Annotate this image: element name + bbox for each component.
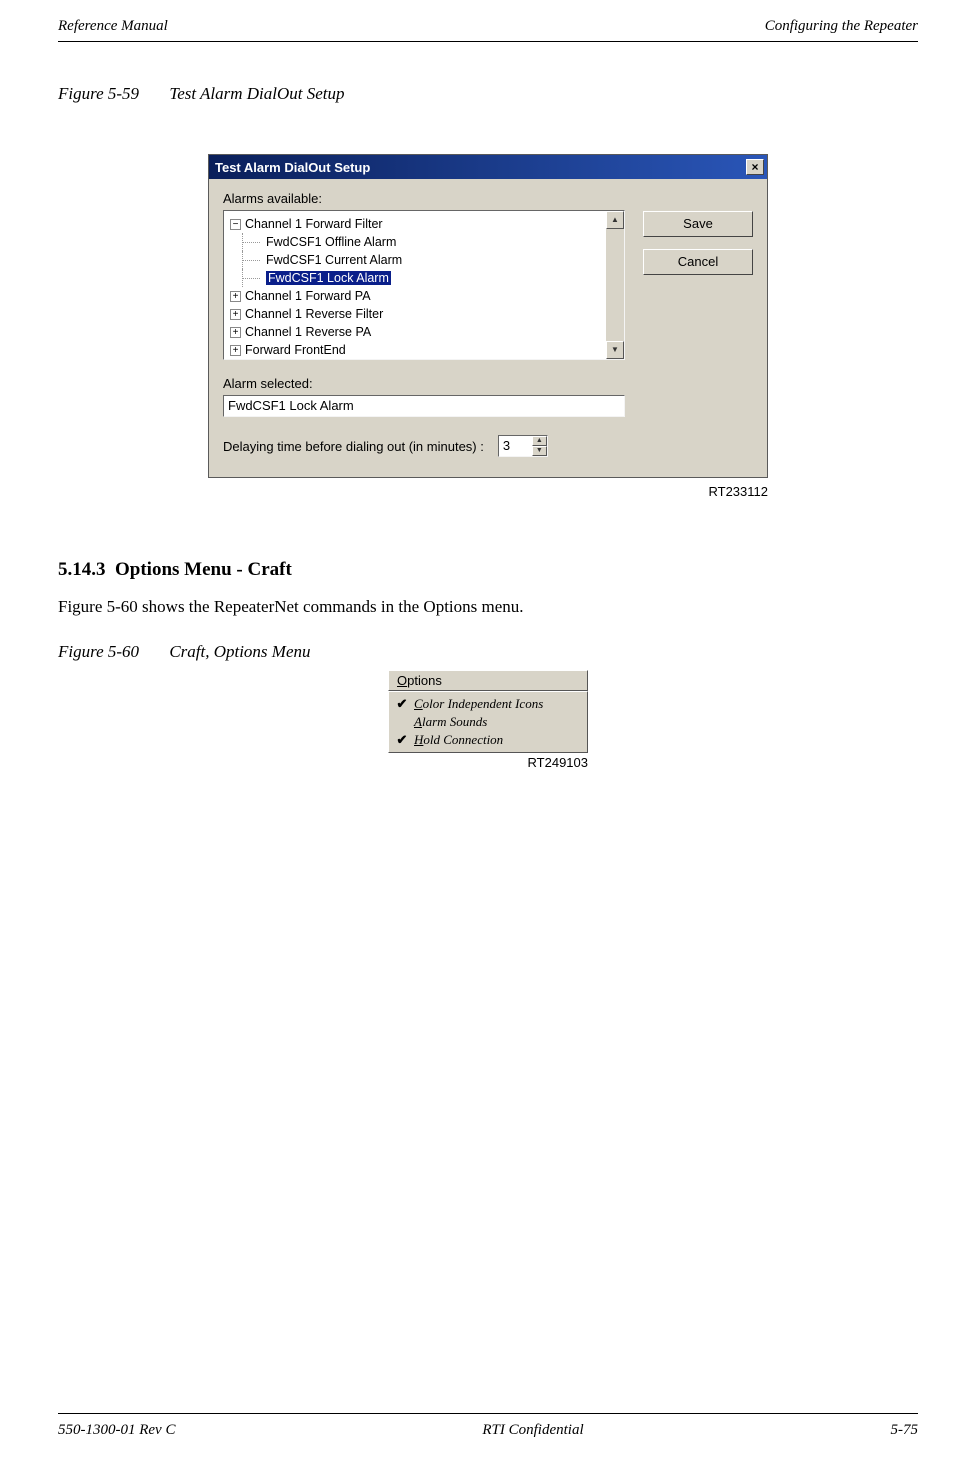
options-menu: ✔ Color Independent Icons Alarm Sounds ✔…: [388, 691, 588, 753]
delay-value[interactable]: 3: [498, 435, 532, 457]
footer-left: 550-1300-01 Rev C: [58, 1422, 175, 1439]
scrollbar[interactable]: ▲ ▼: [606, 211, 624, 359]
figure-59-image: Test Alarm DialOut Setup × Alarms availa…: [208, 154, 768, 499]
tree-node[interactable]: Channel 1 Reverse Filter: [245, 307, 383, 321]
scroll-down-icon[interactable]: ▼: [606, 341, 624, 359]
delay-label: Delaying time before dialing out (in min…: [223, 439, 484, 454]
menu-item-hold-connection[interactable]: ✔ Hold Connection: [392, 731, 584, 749]
cancel-button[interactable]: Cancel: [643, 249, 753, 275]
tree-node[interactable]: Channel 1 Forward PA: [245, 289, 371, 303]
expand-icon[interactable]: +: [230, 309, 241, 320]
page-header: Reference Manual Configuring the Repeate…: [58, 18, 918, 42]
alarms-available-label: Alarms available:: [223, 191, 625, 206]
tree-node[interactable]: Channel 1 Reverse PA: [245, 325, 371, 339]
expand-icon[interactable]: +: [230, 345, 241, 356]
tree-item-selected[interactable]: FwdCSF1 Lock Alarm: [266, 271, 391, 285]
delay-spinner[interactable]: 3 ▲ ▼: [498, 435, 548, 457]
section-body: Figure 5-60 shows the RepeaterNet comman…: [58, 595, 918, 620]
figure-59-number: Figure 5-59: [58, 84, 139, 103]
alarm-selected-label: Alarm selected:: [223, 376, 625, 391]
figure-59-caption: Figure 5-59 Test Alarm DialOut Setup: [58, 84, 918, 104]
tree-node[interactable]: Channel 1 Forward Filter: [245, 217, 383, 231]
expand-icon[interactable]: +: [230, 327, 241, 338]
figure-59-title: Test Alarm DialOut Setup: [169, 84, 344, 103]
figure-60-image: Options ✔ Color Independent Icons Alarm …: [388, 670, 588, 770]
alarms-tree[interactable]: −Channel 1 Forward Filter FwdCSF1 Offlin…: [223, 210, 625, 360]
close-icon[interactable]: ×: [746, 159, 764, 175]
dialog-titlebar: Test Alarm DialOut Setup ×: [209, 155, 767, 179]
figure-60-title: Craft, Options Menu: [169, 642, 310, 661]
menu-item-color-icons[interactable]: ✔ Color Independent Icons: [392, 695, 584, 713]
footer-right: 5-75: [890, 1422, 918, 1439]
spinner-up-icon[interactable]: ▲: [532, 436, 547, 446]
figure-60-code: RT249103: [388, 755, 588, 770]
section-number: 5.14.3: [58, 559, 106, 580]
page-footer: 550-1300-01 Rev C RTI Confidential 5-75: [58, 1413, 918, 1439]
menu-mnemonic: O: [397, 673, 407, 688]
figure-60-number: Figure 5-60: [58, 642, 139, 661]
checkmark-icon: ✔: [394, 696, 410, 712]
section-heading: 5.14.3 Options Menu - Craft: [58, 559, 918, 581]
figure-60-caption: Figure 5-60 Craft, Options Menu: [58, 642, 918, 662]
menu-item-alarm-sounds[interactable]: Alarm Sounds: [392, 713, 584, 731]
tree-node[interactable]: Forward FrontEnd: [245, 343, 346, 357]
footer-center: RTI Confidential: [482, 1422, 583, 1439]
collapse-icon[interactable]: −: [230, 219, 241, 230]
figure-59-code: RT233112: [208, 484, 768, 499]
scroll-up-icon[interactable]: ▲: [606, 211, 624, 229]
alarm-selected-field[interactable]: FwdCSF1 Lock Alarm: [223, 395, 625, 417]
tree-item[interactable]: FwdCSF1 Current Alarm: [266, 253, 402, 267]
dialog-window: Test Alarm DialOut Setup × Alarms availa…: [208, 154, 768, 478]
expand-icon[interactable]: +: [230, 291, 241, 302]
dialog-title: Test Alarm DialOut Setup: [215, 160, 370, 175]
spinner-down-icon[interactable]: ▼: [532, 446, 547, 456]
header-left: Reference Manual: [58, 18, 168, 35]
checkmark-icon: ✔: [394, 732, 410, 748]
header-right: Configuring the Repeater: [765, 18, 918, 35]
section-title: Options Menu - Craft: [115, 559, 292, 580]
tree-item[interactable]: FwdCSF1 Offline Alarm: [266, 235, 396, 249]
save-button[interactable]: Save: [643, 211, 753, 237]
menu-header-text: ptions: [407, 673, 442, 688]
options-menu-header[interactable]: Options: [388, 670, 588, 691]
